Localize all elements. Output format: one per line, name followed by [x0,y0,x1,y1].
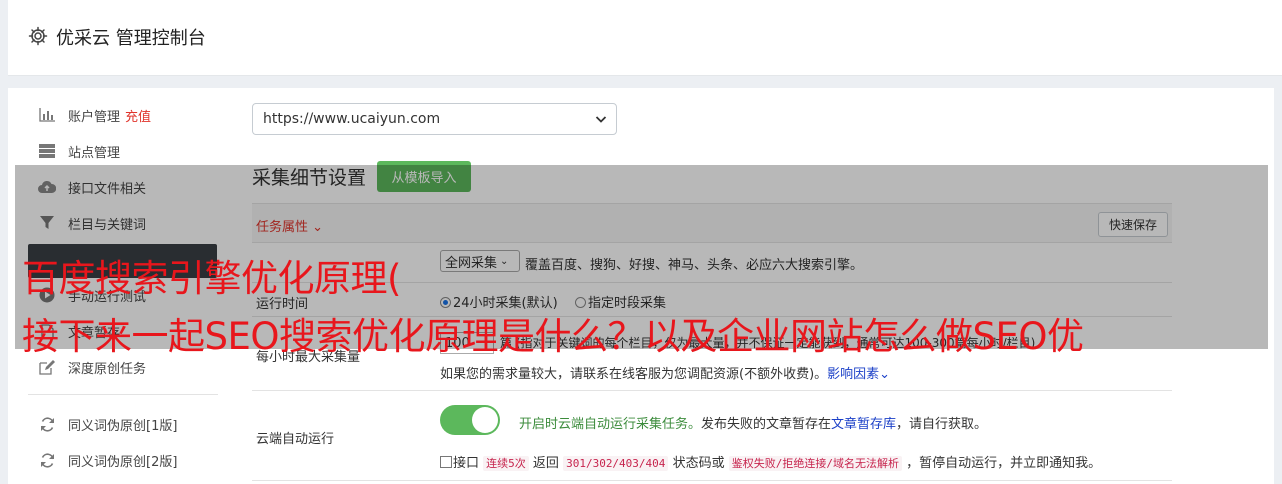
chevron-down-icon [595,116,607,123]
overlay-headline-1: 百度搜索引擎优化原理( [22,257,401,300]
sidebar-item-account[interactable]: 账户管理 充值 [38,103,151,127]
sidebar-item-synonym-v2[interactable]: 同义词伪原创[2版] [38,448,177,472]
cloud-auto-run-toggle[interactable] [440,405,500,435]
sidebar-item-label: 账户管理 [68,109,121,125]
pause-on-error-checkbox[interactable] [440,456,452,468]
server-icon [38,142,56,160]
refresh-icon [38,415,56,433]
site-select[interactable]: https://www.ucaiyun.com [252,103,617,135]
edit-icon [38,358,56,376]
sidebar-item-label: 站点管理 [68,145,121,161]
article-storage-link[interactable]: 文章暂存库 [831,417,896,432]
pause-on-error-option[interactable]: 接口 连续5次 返回 301/302/403/404 状态码或 鉴权失败/拒绝连… [440,452,1101,471]
cloud-auto-run-label: 云端自动运行 [256,432,335,447]
refresh-icon [38,451,56,469]
bar-chart-icon [38,106,56,124]
page-title: 优采云 管理控制台 [56,28,206,49]
sidebar-item-label: 同义词伪原创[1版] [68,418,178,434]
overlay-headline-2: 接下来一起SEO搜索优化原理是什么？以及企业网站怎么做SEO优 [22,315,1084,358]
site-select-value: https://www.ucaiyun.com [263,111,441,127]
top-header: 优采云 管理控制台 [8,0,1282,76]
influencing-factors-link[interactable]: 影响因素⌄ [827,367,890,382]
cloud-auto-run-desc: 开启时云端自动运行采集任务。发布失败的文章暂存在文章暂存库，请自行获取。 [519,417,988,432]
row-divider [252,480,1172,481]
row-divider [252,390,1172,391]
sidebar-item-synonym-v1[interactable]: 同义词伪原创[1版] [38,412,177,436]
gear-icon[interactable] [28,26,48,46]
sidebar-item-sites[interactable]: 站点管理 [38,139,120,163]
sidebar-divider [28,394,218,395]
sidebar-item-label: 同义词伪原创[2版] [68,454,178,470]
toggle-knob [472,407,498,433]
max-per-hour-help: 如果您的需求量较大，请联系在线客服为您调配资源(不额外收费)。影响因素⌄ [440,367,891,382]
sidebar-item-label: 深度原创任务 [68,361,147,377]
recharge-link[interactable]: 充值 [125,106,151,125]
